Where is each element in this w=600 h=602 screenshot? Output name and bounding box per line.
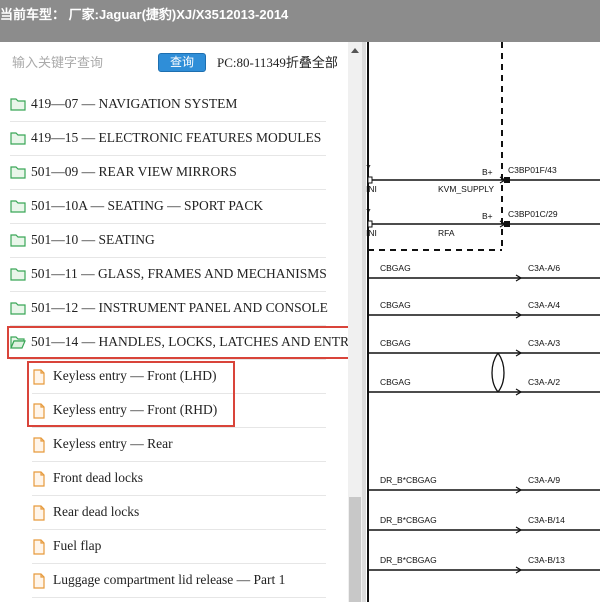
tree-scrollbar[interactable] [348, 42, 362, 602]
connector-label: C3BP01C/29 [508, 209, 558, 219]
tree-document-item[interactable]: Front dead locks [32, 461, 326, 496]
wire-name-label: DR_B*CBGAG [380, 515, 437, 525]
document-icon [32, 505, 48, 521]
tree-document-label: Fuel flap [53, 538, 102, 553]
folder-icon [10, 131, 26, 145]
window-title: 当前车型： 厂家:Jaguar(捷豹)XJ/X3512013-2014 [0, 7, 289, 22]
tree-folder-label: 501—09 — REAR VIEW MIRRORS [31, 164, 237, 179]
tree-document-label: Keyless entry — Rear [53, 436, 173, 451]
tree-panel: 查询 PC:80-11349折叠全部 419—07 — NAVIGATION S… [0, 42, 348, 602]
wire-left-label: INI [366, 184, 377, 194]
tree-document-label: Rear dead locks [53, 504, 140, 519]
window-titlebar: 当前车型： 厂家:Jaguar(捷豹)XJ/X3512013-2014 [0, 0, 600, 42]
tree-document-item[interactable]: Fuel flap [32, 529, 326, 564]
wire-name-label: CBGAG [380, 377, 411, 387]
tree-folder-item[interactable]: 501—10A — SEATING — SPORT PACK [10, 189, 326, 224]
wire-signal-label: B+ [482, 211, 493, 221]
wire-left-label: INI [366, 228, 377, 238]
wire-group: C3BP01F/43 7 INI B+ KVM_SUPPLY C3BP01C/29 7 INI… [366, 163, 600, 574]
connector-label: C3A-A/6 [528, 263, 560, 273]
connector-label: C3BP01F/43 [508, 165, 557, 175]
wire-name-label: CBGAG [380, 338, 411, 348]
document-icon [32, 471, 48, 487]
document-icon [32, 403, 48, 419]
tree-folder-label: 419—07 — NAVIGATION SYSTEM [31, 96, 238, 111]
wire-signal-label: RFA [438, 228, 455, 238]
document-icon [32, 539, 48, 555]
connector-label: C3A-B/14 [528, 515, 565, 525]
tree-folder-label: 501—10 — SEATING [31, 232, 155, 247]
folder-icon [10, 301, 26, 315]
search-button[interactable]: 查询 [158, 53, 206, 72]
wire-name-label: CBGAG [380, 263, 411, 273]
tree-document-label: Luggage compartment lid release — Part 1 [53, 572, 286, 587]
wiring-diagram: C3BP01F/43 7 INI B+ KVM_SUPPLY C3BP01C/29 7 INI… [366, 42, 600, 602]
tree-document-item[interactable]: Rear dead locks [32, 495, 326, 530]
tree-folder-item[interactable]: 419—15 — ELECTRONIC FEATURES MODULES [10, 121, 326, 156]
search-input[interactable] [8, 52, 156, 72]
folder-icon [10, 165, 26, 179]
document-icon [32, 573, 48, 589]
tree-folder-label: 501—14 — HANDLES, LOCKS, LATCHES AND ENT… [31, 334, 348, 349]
tree-document-label: Keyless entry — Front (RHD) [53, 402, 218, 417]
scrollbar-thumb[interactable] [349, 497, 361, 602]
connector-terminal-icon [367, 176, 373, 184]
connector-label: C3A-A/4 [528, 300, 560, 310]
connector-terminal-icon [504, 177, 510, 183]
tree-folder-item[interactable]: 419—07 — NAVIGATION SYSTEM [10, 87, 326, 122]
tree-document-item[interactable]: Keyless entry — Front (LHD) [32, 359, 326, 394]
pc-code-collapse-all[interactable]: PC:80-11349折叠全部 [217, 52, 338, 71]
document-icon [32, 437, 48, 453]
wire-name-label: CBGAG [380, 300, 411, 310]
tree-folder-item[interactable]: 501—12 — INSTRUMENT PANEL AND CONSOLE [10, 291, 328, 326]
folder-icon [10, 233, 26, 247]
tree-folder-label: 501—12 — INSTRUMENT PANEL AND CONSOLE [31, 300, 328, 315]
tree-document-item[interactable]: Keyless entry — Front (RHD) [32, 393, 326, 428]
scroll-up-arrow-icon[interactable] [351, 48, 359, 53]
tree-folder-item[interactable]: 501—14 — HANDLES, LOCKS, LATCHES AND ENT… [10, 325, 348, 360]
tree-folder-item[interactable]: 501—09 — REAR VIEW MIRRORS [10, 155, 326, 190]
connector-terminal-icon [367, 220, 373, 228]
twisted-pair-icon [491, 352, 505, 393]
connector-label: C3A-A/9 [528, 475, 560, 485]
wiring-diagram-svg: C3BP01F/43 7 INI B+ KVM_SUPPLY C3BP01C/29 7 INI… [366, 42, 600, 602]
tree-document-label: Keyless entry — Front (LHD) [53, 368, 217, 383]
wire-left-label: 7 [366, 163, 371, 173]
document-icon [32, 369, 48, 385]
folder-open-icon [10, 335, 26, 349]
tree-document-item[interactable]: Keyless entry — Rear [32, 427, 326, 462]
wire-left-label: 7 [366, 207, 371, 217]
tree-folder-label: 501—11 — GLASS, FRAMES AND MECHANISMS [31, 266, 327, 281]
tree-document-item[interactable]: Luggage compartment lid release — Part 1 [32, 563, 326, 598]
folder-icon [10, 267, 26, 281]
wire-name-label: DR_B*CBGAG [380, 555, 437, 565]
tree-folder-label: 419—15 — ELECTRONIC FEATURES MODULES [31, 130, 322, 145]
wire-signal-label: B+ [482, 167, 493, 177]
folder-icon [10, 199, 26, 213]
connector-label: C3A-A/2 [528, 377, 560, 387]
tree-folder-item[interactable]: 501—11 — GLASS, FRAMES AND MECHANISMS [10, 257, 327, 292]
tree-folder-item[interactable]: 501—10 — SEATING [10, 223, 326, 258]
tree-folder-label: 501—10A — SEATING — SPORT PACK [31, 198, 264, 213]
connector-label: C3A-B/13 [528, 555, 565, 565]
folder-icon [10, 97, 26, 111]
wire-name-label: DR_B*CBGAG [380, 475, 437, 485]
connector-label: C3A-A/3 [528, 338, 560, 348]
wire-signal-label: KVM_SUPPLY [438, 184, 494, 194]
tree-document-label: Front dead locks [53, 470, 143, 485]
connector-terminal-icon [504, 221, 510, 227]
